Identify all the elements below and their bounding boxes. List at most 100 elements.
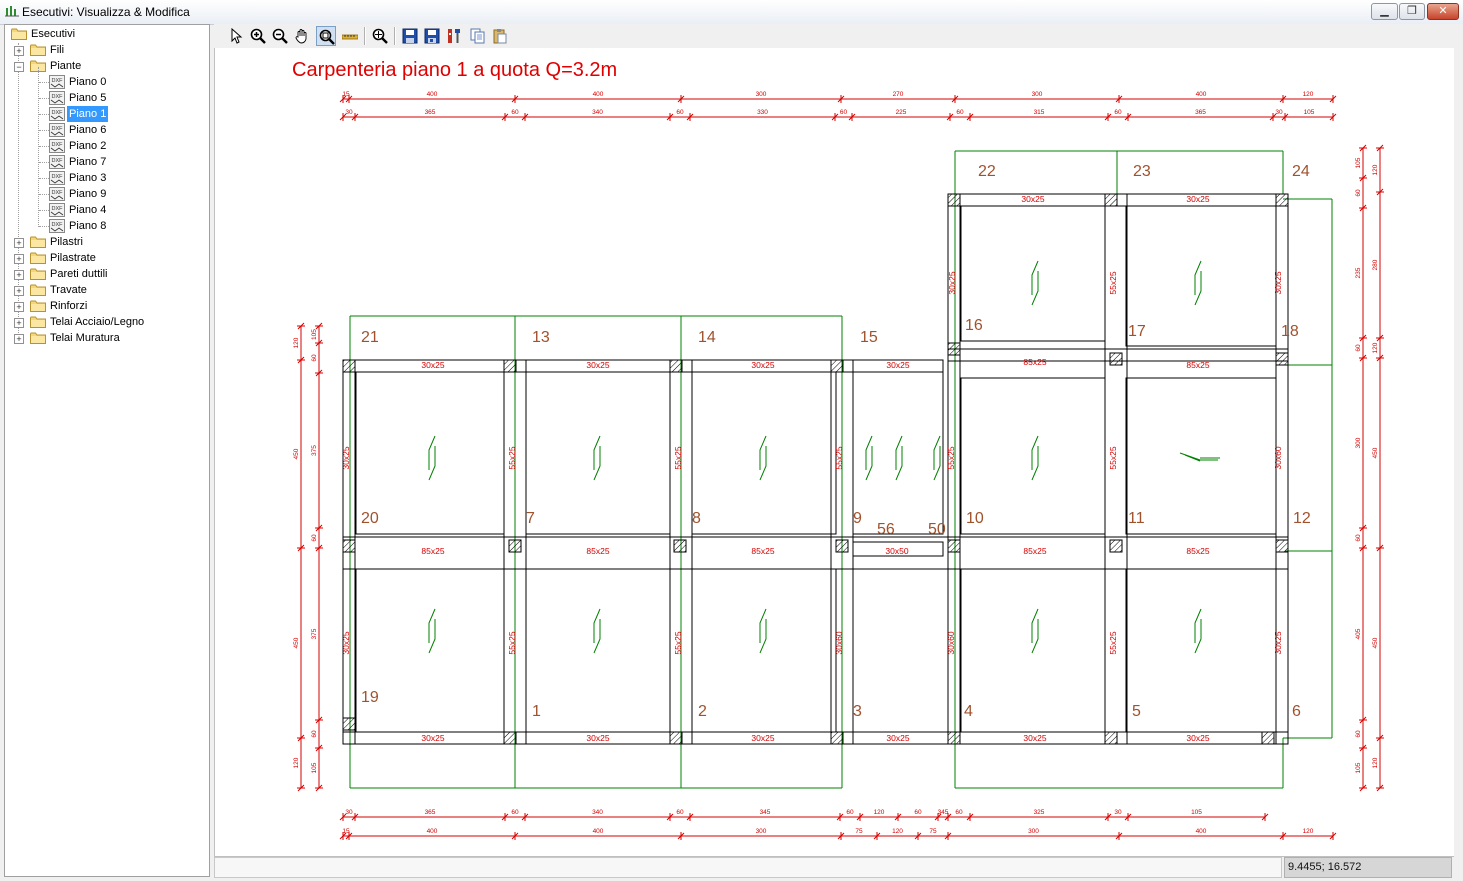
dim-value: 400 bbox=[1196, 828, 1207, 835]
dim-value: 400 bbox=[427, 828, 438, 835]
tree-row[interactable]: Esecutivi bbox=[5, 26, 205, 42]
column-hatch bbox=[1275, 193, 1289, 207]
beam-size-label: 30x25 bbox=[1186, 194, 1209, 204]
span-direction-arrow bbox=[1031, 608, 1039, 654]
dim-value: 60 bbox=[955, 809, 963, 816]
expand-icon[interactable]: + bbox=[14, 286, 24, 296]
span-direction-arrow bbox=[1194, 608, 1202, 654]
tree-row[interactable]: + Travate bbox=[5, 282, 205, 298]
tree-row[interactable]: DXF Piano 6 bbox=[5, 122, 205, 138]
dim-value: 30 bbox=[345, 809, 353, 816]
dim-value: 300 bbox=[1032, 91, 1043, 98]
measure-button[interactable] bbox=[340, 26, 360, 46]
dim-value: 450 bbox=[293, 448, 300, 459]
toolbar-separator bbox=[364, 27, 366, 45]
tree-label: Rinforzi bbox=[50, 300, 88, 312]
column-number: 17 bbox=[1128, 323, 1146, 340]
dim-value: 15 bbox=[342, 91, 350, 98]
tree-row[interactable]: DXF Piano 8 bbox=[5, 218, 205, 234]
dim-value: 120 bbox=[892, 828, 903, 835]
tree-row[interactable]: DXF Piano 7 bbox=[5, 154, 205, 170]
expand-icon[interactable]: + bbox=[14, 302, 24, 312]
expand-icon[interactable]: + bbox=[14, 238, 24, 248]
tree-label: Fili bbox=[50, 44, 65, 56]
dim-value: 325 bbox=[1034, 809, 1045, 816]
expand-icon[interactable]: + bbox=[14, 254, 24, 264]
tree-row[interactable]: + Pilastrate bbox=[5, 250, 205, 266]
beam-size-label: 85x25 bbox=[1023, 357, 1046, 367]
zoom-in-button[interactable] bbox=[248, 26, 268, 46]
tree-row[interactable]: DXF Piano 3 bbox=[5, 170, 205, 186]
beam-size-label: 55x25 bbox=[1108, 446, 1118, 469]
paste-button[interactable] bbox=[490, 26, 510, 46]
column-number: 1 bbox=[532, 703, 541, 720]
pointer-button[interactable] bbox=[226, 26, 246, 46]
project-tree[interactable]: Esecutivi + Fili − Piante DXF Piano 0 DXF Piano … bbox=[4, 24, 210, 877]
expand-icon[interactable]: + bbox=[14, 334, 24, 344]
dim-value: 340 bbox=[592, 109, 603, 116]
dim-value: 60 bbox=[676, 109, 684, 116]
minimize-button[interactable]: ▁ bbox=[1371, 3, 1398, 20]
collapse-icon[interactable]: − bbox=[14, 62, 24, 72]
save-button[interactable] bbox=[400, 26, 420, 46]
column-hatch bbox=[342, 359, 356, 373]
tree-row[interactable]: + Pareti duttili bbox=[5, 266, 205, 282]
dxf-file-icon: DXF bbox=[49, 171, 65, 185]
tree-label-piano: Piano 2 bbox=[69, 140, 107, 152]
column-hatch bbox=[503, 731, 517, 745]
expand-icon[interactable]: + bbox=[14, 270, 24, 280]
floor-plan-drawing[interactable]: Carpenteria piano 1 a quota Q=3.2m 15 400… bbox=[215, 48, 1455, 856]
column-number: 6 bbox=[1292, 703, 1301, 720]
dim-value: 60 bbox=[676, 809, 684, 816]
tree-row[interactable]: DXF Piano 0 bbox=[5, 74, 205, 90]
column-hatch bbox=[947, 731, 961, 745]
copy-button[interactable] bbox=[468, 26, 488, 46]
tree-row[interactable]: + Telai Acciaio/Legno bbox=[5, 314, 205, 330]
beam-size-label: 55x25 bbox=[1108, 631, 1118, 654]
dim-value: 345 bbox=[938, 809, 949, 816]
tree-label-piano: Piano 5 bbox=[69, 92, 107, 104]
column-number: 4 bbox=[964, 703, 973, 720]
dim-value: 450 bbox=[293, 637, 300, 648]
tree-row[interactable]: + Pilastri bbox=[5, 234, 205, 250]
restore-button[interactable]: ❐ bbox=[1399, 3, 1425, 20]
zoom-extents-button[interactable] bbox=[370, 26, 390, 46]
dxf-file-icon: DXF bbox=[49, 107, 65, 121]
beam-size-label: 55x25 bbox=[673, 446, 683, 469]
tree-row[interactable]: DXF Piano 5 bbox=[5, 90, 205, 106]
tree-row[interactable]: DXF Piano 2 bbox=[5, 138, 205, 154]
column-number: 24 bbox=[1292, 163, 1310, 180]
tree-row[interactable]: DXF Piano 1 bbox=[5, 106, 205, 122]
tree-row[interactable]: + Rinforzi bbox=[5, 298, 205, 314]
tree-label: Telai Muratura bbox=[50, 332, 120, 344]
dim-value: 120 bbox=[1303, 91, 1314, 98]
svg-text:DXF: DXF bbox=[52, 222, 64, 228]
dim-value: 280 bbox=[1372, 259, 1379, 270]
tree-row[interactable]: + Fili bbox=[5, 42, 205, 58]
tree-row[interactable]: − Piante bbox=[5, 58, 205, 74]
column-hatch bbox=[342, 539, 356, 553]
svg-text:DXF: DXF bbox=[52, 158, 64, 164]
pan-button[interactable] bbox=[292, 26, 312, 46]
expand-icon[interactable]: + bbox=[14, 46, 24, 56]
beam-size-label: 30x60 bbox=[1273, 446, 1283, 469]
tree-row[interactable]: DXF Piano 9 bbox=[5, 186, 205, 202]
dxf-file-icon: DXF bbox=[49, 187, 65, 201]
dxf-file-icon: DXF bbox=[49, 203, 65, 217]
dim-value: 375 bbox=[311, 628, 318, 639]
beam-size-label: 30x25 bbox=[1273, 271, 1283, 294]
save-as-button[interactable] bbox=[422, 26, 442, 46]
drawing-canvas[interactable]: Carpenteria piano 1 a quota Q=3.2m 15 400… bbox=[214, 48, 1455, 856]
close-button[interactable]: ✕ bbox=[1427, 3, 1459, 20]
zoom-window-button[interactable] bbox=[316, 26, 336, 46]
tree-label: Travate bbox=[50, 284, 87, 296]
zoom-extents-icon bbox=[372, 28, 388, 44]
expand-icon[interactable]: + bbox=[14, 318, 24, 328]
dim-value: 105 bbox=[1355, 157, 1362, 168]
tree-row[interactable]: + Telai Muratura bbox=[5, 330, 205, 346]
dim-value: 235 bbox=[1355, 267, 1362, 278]
zoom-out-button[interactable] bbox=[270, 26, 290, 46]
drawing-toolbar bbox=[214, 24, 1454, 49]
tree-row[interactable]: DXF Piano 4 bbox=[5, 202, 205, 218]
tools-button[interactable] bbox=[444, 26, 464, 46]
